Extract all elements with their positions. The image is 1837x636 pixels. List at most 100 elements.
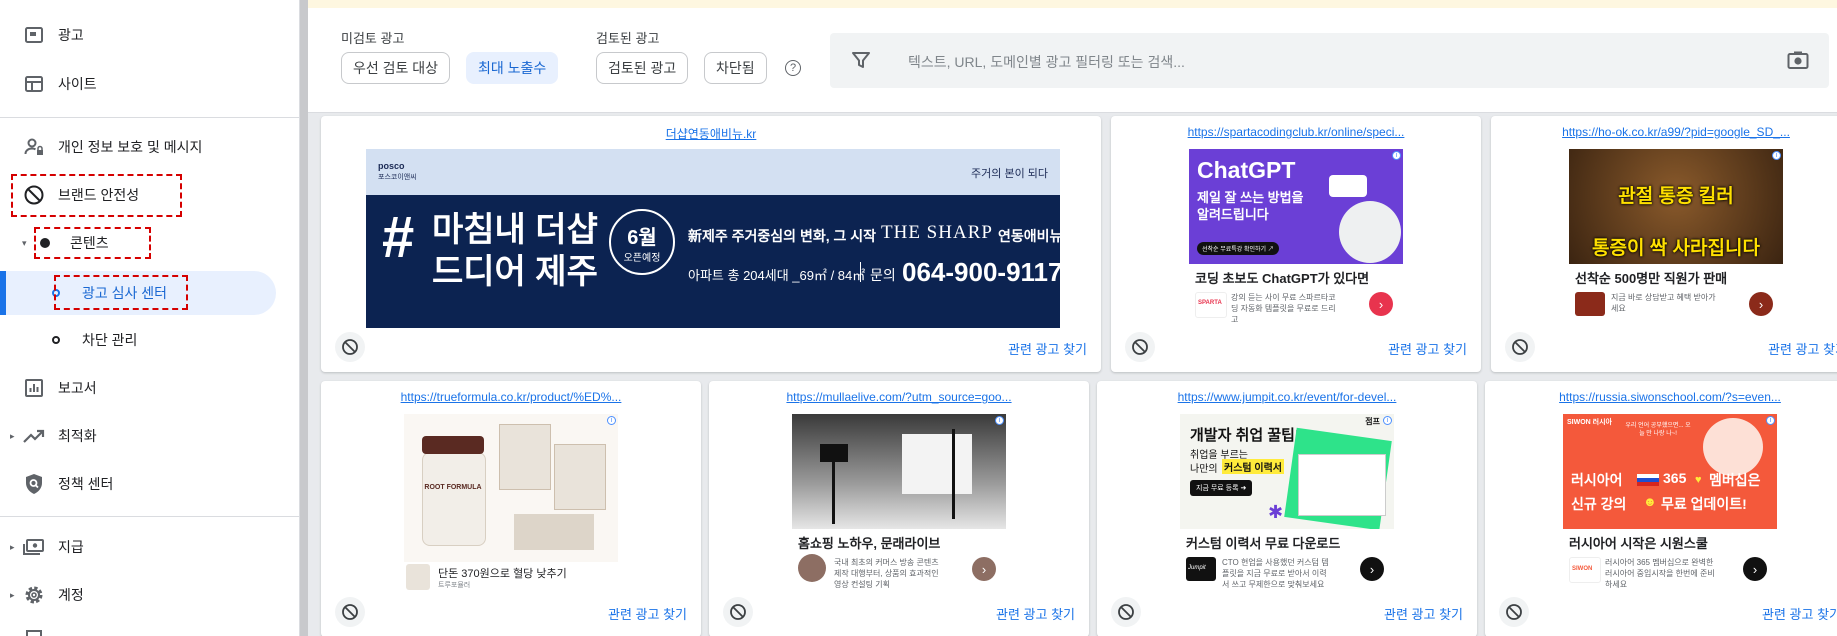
- sidebar-item-payments[interactable]: ▸ 지급: [0, 527, 300, 567]
- pill-pack: [514, 514, 594, 550]
- contact-label: 문의: [870, 267, 896, 283]
- block-icon: [342, 339, 358, 355]
- sidebar-item-label: 최적화: [58, 428, 97, 444]
- light-stand: [952, 429, 955, 519]
- blocked-chip[interactable]: 차단됨: [704, 52, 767, 84]
- sidebar-item-blocking-controls[interactable]: 차단 관리: [0, 320, 300, 360]
- adchoices-icon[interactable]: i: [1772, 151, 1781, 160]
- headline-1: 마침내 더샵: [432, 211, 598, 249]
- reviewed-group-title: 검토된 광고: [596, 31, 660, 46]
- screenshot-icon[interactable]: [1787, 50, 1809, 75]
- sidebar-item-label: 계정: [58, 587, 84, 603]
- help-icon[interactable]: ?: [785, 60, 801, 76]
- main-content: 미검토 광고 우선 검토 대상 최대 노출수 검토된 광고 검토된 광고 차단됨…: [308, 0, 1837, 636]
- ad-description: 러시아어 365 멤버십으로 완벽한 러시아어 중입시작을 한번에 준비하세요: [1605, 558, 1715, 589]
- ad-creative[interactable]: 관절 통증 킬러 통증이 싹 사라집니다 선착순 500명만 직원가 판매 지금…: [1569, 149, 1783, 328]
- ad-description: 트루포뮬러: [438, 582, 471, 589]
- ad-creative-banner[interactable]: posco 포스코이앤씨 주거의 본이 되다 # 마침내 더샵 드디어 제주 6…: [366, 149, 1060, 328]
- chevron-right-icon: ›: [972, 557, 996, 581]
- filter-icon[interactable]: [852, 51, 870, 74]
- sidebar-item-account[interactable]: ▸ 계정: [0, 575, 300, 615]
- find-related-ads-link[interactable]: 관련 광고 찾기: [1384, 604, 1463, 623]
- sidebar-item-sites[interactable]: 사이트: [0, 64, 300, 104]
- tagline-text: 주거의 본이 되다: [971, 168, 1048, 180]
- ad-url-link[interactable]: https://www.jumpit.co.kr/event/for-devel…: [1097, 390, 1477, 404]
- find-related-ads-link[interactable]: 관련 광고 찾기: [608, 604, 687, 623]
- find-related-ads-link[interactable]: 관련 광고 찾기: [1388, 339, 1467, 358]
- nav-item-partial-icon: [26, 630, 42, 636]
- block-ad-button[interactable]: [1125, 332, 1155, 362]
- ad-url-link[interactable]: https://russia.siwonschool.com/?s=even..…: [1485, 390, 1837, 404]
- ad-card: https://ho-ok.co.kr/a99/?pid=google_SD_.…: [1491, 116, 1837, 372]
- sidebar-item-privacy[interactable]: 개인 정보 보호 및 메시지: [0, 127, 300, 167]
- ad-url-link[interactable]: https://mullaelive.com/?utm_source=goo..…: [709, 390, 1089, 404]
- tripod-stand: [832, 454, 835, 524]
- ad-url-link[interactable]: 더샵연동애비뉴.kr: [321, 125, 1101, 142]
- find-related-ads-link[interactable]: 관련 광고 찾기: [1768, 339, 1837, 358]
- ad-creative[interactable]: ChatGPT 제일 잘 쓰는 방법을 알려드립니다 선착순 무료특강 확인하기…: [1189, 149, 1403, 328]
- annotation-box: [54, 275, 188, 310]
- bottle-cap: [422, 436, 484, 454]
- phone-text: 064-900-9117: [902, 257, 1060, 287]
- block-ad-button[interactable]: [335, 597, 365, 627]
- sidebar-item-label: 지급: [58, 539, 84, 555]
- block-icon: [1506, 604, 1522, 620]
- headline-2: 드디어 제주: [432, 253, 598, 291]
- search-input[interactable]: [906, 33, 1710, 90]
- priority-review-chip[interactable]: 우선 검토 대상: [341, 52, 451, 84]
- block-ad-button[interactable]: [1499, 597, 1529, 627]
- sidebar-item-policy-center[interactable]: 정책 센터: [0, 464, 300, 504]
- advertiser-logo: Jumpit: [1186, 557, 1216, 581]
- opening-badge: 6월 오픈예정: [609, 209, 675, 275]
- sidebar-item-label: 차단 관리: [82, 332, 138, 348]
- find-related-ads-link[interactable]: 관련 광고 찾기: [1762, 604, 1837, 623]
- advertiser-logo: [1575, 292, 1605, 316]
- creative-image: [792, 414, 1006, 529]
- ad-title: 커스텀 이력서 무료 다운로드: [1186, 536, 1341, 551]
- adchoices-icon[interactable]: i: [607, 416, 616, 425]
- max-impressions-chip[interactable]: 최대 노출수: [466, 52, 559, 84]
- ad-url-link[interactable]: https://spartacodingclub.kr/online/speci…: [1111, 125, 1481, 139]
- find-related-ads-link[interactable]: 관련 광고 찾기: [1008, 339, 1087, 358]
- chevron-right-icon: ›: [1369, 292, 1393, 316]
- creative-image: ChatGPT 제일 잘 쓰는 방법을 알려드립니다 선착순 무료특강 확인하기…: [1189, 149, 1403, 264]
- block-ad-button[interactable]: [1505, 332, 1535, 362]
- adchoices-icon[interactable]: i: [1766, 416, 1775, 425]
- annotation-box: [34, 227, 151, 259]
- ad-description: 지금 바로 상담받고 혜택 받아가세요: [1611, 293, 1716, 313]
- adchoices-icon[interactable]: i: [995, 416, 1004, 425]
- img-text-4: 무료 업데이트!: [1661, 496, 1747, 512]
- sidebar-item-reports[interactable]: 보고서: [0, 368, 300, 408]
- img-sub-2: 알려드립니다: [1197, 207, 1269, 222]
- ad-url-link[interactable]: https://ho-ok.co.kr/a99/?pid=google_SD_.…: [1491, 125, 1837, 139]
- adchoices-icon[interactable]: i: [1392, 151, 1401, 160]
- block-icon: [730, 604, 746, 620]
- ad-url-link[interactable]: https://trueformula.co.kr/product/%ED%..…: [321, 390, 701, 404]
- brand-logo-text: posco: [378, 161, 405, 171]
- chevron-right-icon: ›: [1749, 292, 1773, 316]
- ad-creative[interactable]: 개발자 취업 꿀팁! 점프 취업을 부르는 나만의 커스텀 이력서 지금 무료 …: [1180, 414, 1394, 593]
- ad-creative[interactable]: ROOT FORMULA 단돈 370원으로 혈당 낮추기 트루포뮬러 i: [404, 414, 618, 593]
- ad-creative[interactable]: 홈쇼핑 노하우, 문래라이브 국내 최초의 커머스 방송 콘텐츠 제작 대행부터…: [792, 414, 1006, 593]
- ad-creative[interactable]: SIWON 러시아 우리 언어 공부했으면... 오늘 만 나랑 나~! 러시아…: [1563, 414, 1777, 593]
- adchoices-icon[interactable]: i: [1383, 416, 1392, 425]
- filter-toolbar: 미검토 광고 우선 검토 대상 최대 노출수 검토된 광고 검토된 광고 차단됨…: [308, 0, 1837, 113]
- sidebar-item-optimization[interactable]: ▸ 최적화: [0, 416, 300, 456]
- block-ad-button[interactable]: [1111, 597, 1141, 627]
- reviewed-ads-chip[interactable]: 검토된 광고: [596, 52, 689, 84]
- block-icon: [1132, 339, 1148, 355]
- ad-title: 러시아어 시작은 시원스쿨: [1569, 536, 1708, 551]
- dot-icon: [52, 336, 60, 344]
- img-title: ChatGPT: [1197, 157, 1296, 183]
- img-badge: 점프: [1365, 417, 1380, 426]
- ad-title: 코딩 초보도 ChatGPT가 있다면: [1195, 271, 1370, 286]
- find-related-ads-link[interactable]: 관련 광고 찾기: [996, 604, 1075, 623]
- block-ad-button[interactable]: [723, 597, 753, 627]
- sidebar-scrollbar[interactable]: [300, 0, 308, 636]
- creative-image: SIWON 러시아 우리 언어 공부했으면... 오늘 만 나랑 나~! 러시아…: [1563, 414, 1777, 529]
- ad-caption: 단돈 370원으로 혈당 낮추기 트루포뮬러: [404, 562, 618, 593]
- sidebar-item-ads[interactable]: 광고: [0, 15, 300, 55]
- subline-text: 新제주 주거중심의 변화, 그 시작: [688, 228, 877, 244]
- block-ad-button[interactable]: [335, 332, 365, 362]
- product-box: [499, 424, 551, 490]
